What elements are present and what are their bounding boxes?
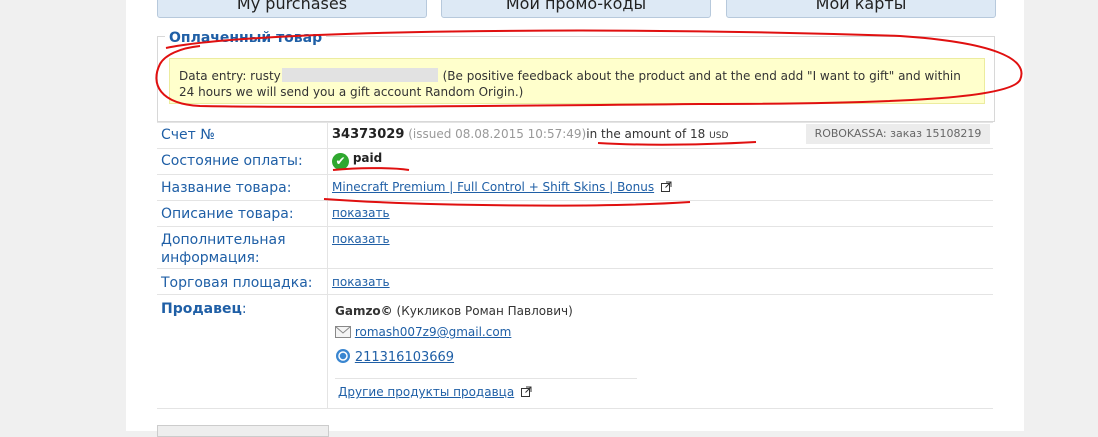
seller-email-row: romash007z9@gmail.com [335, 325, 511, 339]
product-name: Minecraft Premium | Full Control + Shift… [332, 180, 672, 194]
external-link-icon [521, 386, 532, 397]
delivery-note: Data entry: rusty (Be positive feedback … [169, 58, 985, 104]
divider [157, 122, 993, 123]
additional-info-label-line2: информация: [161, 250, 260, 266]
seller-name: Gamzo© (Кукликов Роман Павлович) [335, 304, 573, 318]
robokassa-badge: ROBOKASSA: заказ 15108219 [806, 124, 990, 144]
description-label: Описание товара: [161, 206, 294, 222]
external-link-icon [660, 181, 672, 192]
seller-email-link[interactable]: romash007z9@gmail.com [355, 325, 512, 339]
seller-nick: Gamzo© [335, 304, 393, 318]
redacted-text [281, 68, 438, 82]
webmoney-icon [336, 349, 350, 363]
tab-my-promo-codes[interactable]: Мои промо-коды [441, 0, 711, 18]
seller-wmid-row: 211316103669 [335, 348, 454, 365]
tab-my-cards[interactable]: Мои карты [726, 0, 996, 18]
column-divider [327, 122, 328, 408]
divider [157, 148, 993, 149]
divider [157, 408, 993, 409]
invoice-label: Счет № [161, 127, 215, 143]
invoice-number: 34373029 [332, 127, 405, 142]
note-prefix: Data entry: rusty [179, 69, 281, 83]
seller-label-colon: : [241, 301, 247, 317]
seller-label-text: Продавец [161, 301, 242, 317]
product-link[interactable]: Minecraft Premium | Full Control + Shift… [332, 180, 654, 194]
bottom-button[interactable] [157, 425, 329, 437]
divider [157, 200, 993, 201]
additional-info-label-line1: Дополнительная [161, 232, 286, 248]
additional-info-label: Дополнительная информация: [161, 231, 286, 267]
seller-wmid-link[interactable]: 211316103669 [355, 350, 454, 365]
description-show-link[interactable]: показать [332, 206, 390, 220]
invoice-line: 34373029 (issued 08.08.2015 10:57:49)in … [332, 127, 728, 142]
divider [157, 174, 993, 175]
divider [157, 226, 993, 227]
other-products-link[interactable]: Другие продукты продавца [338, 385, 514, 399]
amount-value: 18 [690, 127, 706, 141]
product-name-label: Название товара: [161, 180, 292, 196]
payment-status-text: paid [352, 151, 383, 165]
seller-full-name: (Кукликов Роман Павлович) [396, 304, 573, 318]
seller-other-products: Другие продукты продавца [338, 385, 532, 399]
seller-label: Продавец: [161, 300, 247, 318]
marketplace-label: Торговая площадка: [161, 275, 313, 291]
check-icon: ✔ [332, 153, 349, 170]
marketplace-show-link[interactable]: показать [332, 275, 390, 289]
divider [157, 294, 993, 295]
paid-product-title: Оплаченный товар [165, 30, 327, 46]
payment-status: ✔ paid [332, 151, 382, 170]
additional-info-show-link[interactable]: показать [332, 232, 390, 246]
tab-my-purchases[interactable]: My purchases [157, 0, 427, 18]
payment-status-label: Состояние оплаты: [161, 153, 303, 169]
seller-divider [335, 378, 637, 379]
amount-prefix: in the amount of [586, 127, 687, 141]
divider [157, 268, 993, 269]
amount-currency: USD [709, 131, 729, 141]
invoice-issued: (issued 08.08.2015 10:57:49) [408, 127, 587, 141]
mail-icon [335, 326, 351, 338]
